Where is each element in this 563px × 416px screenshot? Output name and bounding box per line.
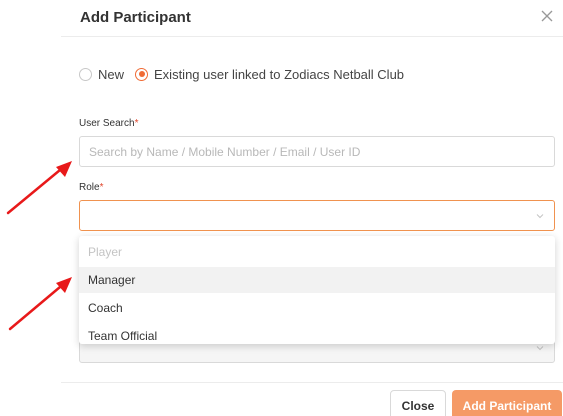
role-option-player: Player: [88, 245, 123, 259]
radio-new[interactable]: [79, 67, 92, 81]
role-label: Role*: [79, 182, 103, 193]
role-option-team-official[interactable]: Team Official: [79, 323, 555, 344]
user-search-label: User Search*: [79, 118, 138, 129]
close-icon[interactable]: [539, 8, 555, 24]
required-mark: *: [134, 118, 139, 129]
dialog-header: Add Participant: [61, 0, 563, 37]
chevron-down-icon: [536, 214, 544, 219]
required-mark: *: [99, 182, 104, 193]
add-participant-button[interactable]: Add Participant: [452, 390, 562, 416]
role-select[interactable]: [79, 200, 555, 231]
user-search-input[interactable]: [79, 136, 555, 167]
arrow-icon: [6, 161, 72, 215]
dialog-title: Add Participant: [80, 9, 191, 26]
chevron-down-icon: [536, 346, 544, 351]
role-dropdown-menu: Player Manager Coach Team Official: [79, 236, 555, 344]
user-search-label-text: User Search: [79, 118, 135, 129]
role-option-manager[interactable]: Manager: [79, 267, 555, 293]
arrow-icon: [8, 277, 72, 331]
role-label-text: Role: [79, 182, 100, 193]
dialog-footer-divider: [61, 382, 563, 383]
close-button[interactable]: Close: [390, 390, 446, 416]
radio-new-label[interactable]: New: [98, 67, 124, 82]
role-option-coach[interactable]: Coach: [79, 295, 555, 321]
radio-existing-user[interactable]: [135, 67, 149, 81]
radio-existing-user-label[interactable]: Existing user linked to Zodiacs Netball …: [154, 67, 404, 82]
add-participant-dialog: Add Participant New Existing user linked…: [0, 0, 563, 416]
participant-type-radio-group: New Existing user linked to Zodiacs Netb…: [79, 66, 415, 82]
